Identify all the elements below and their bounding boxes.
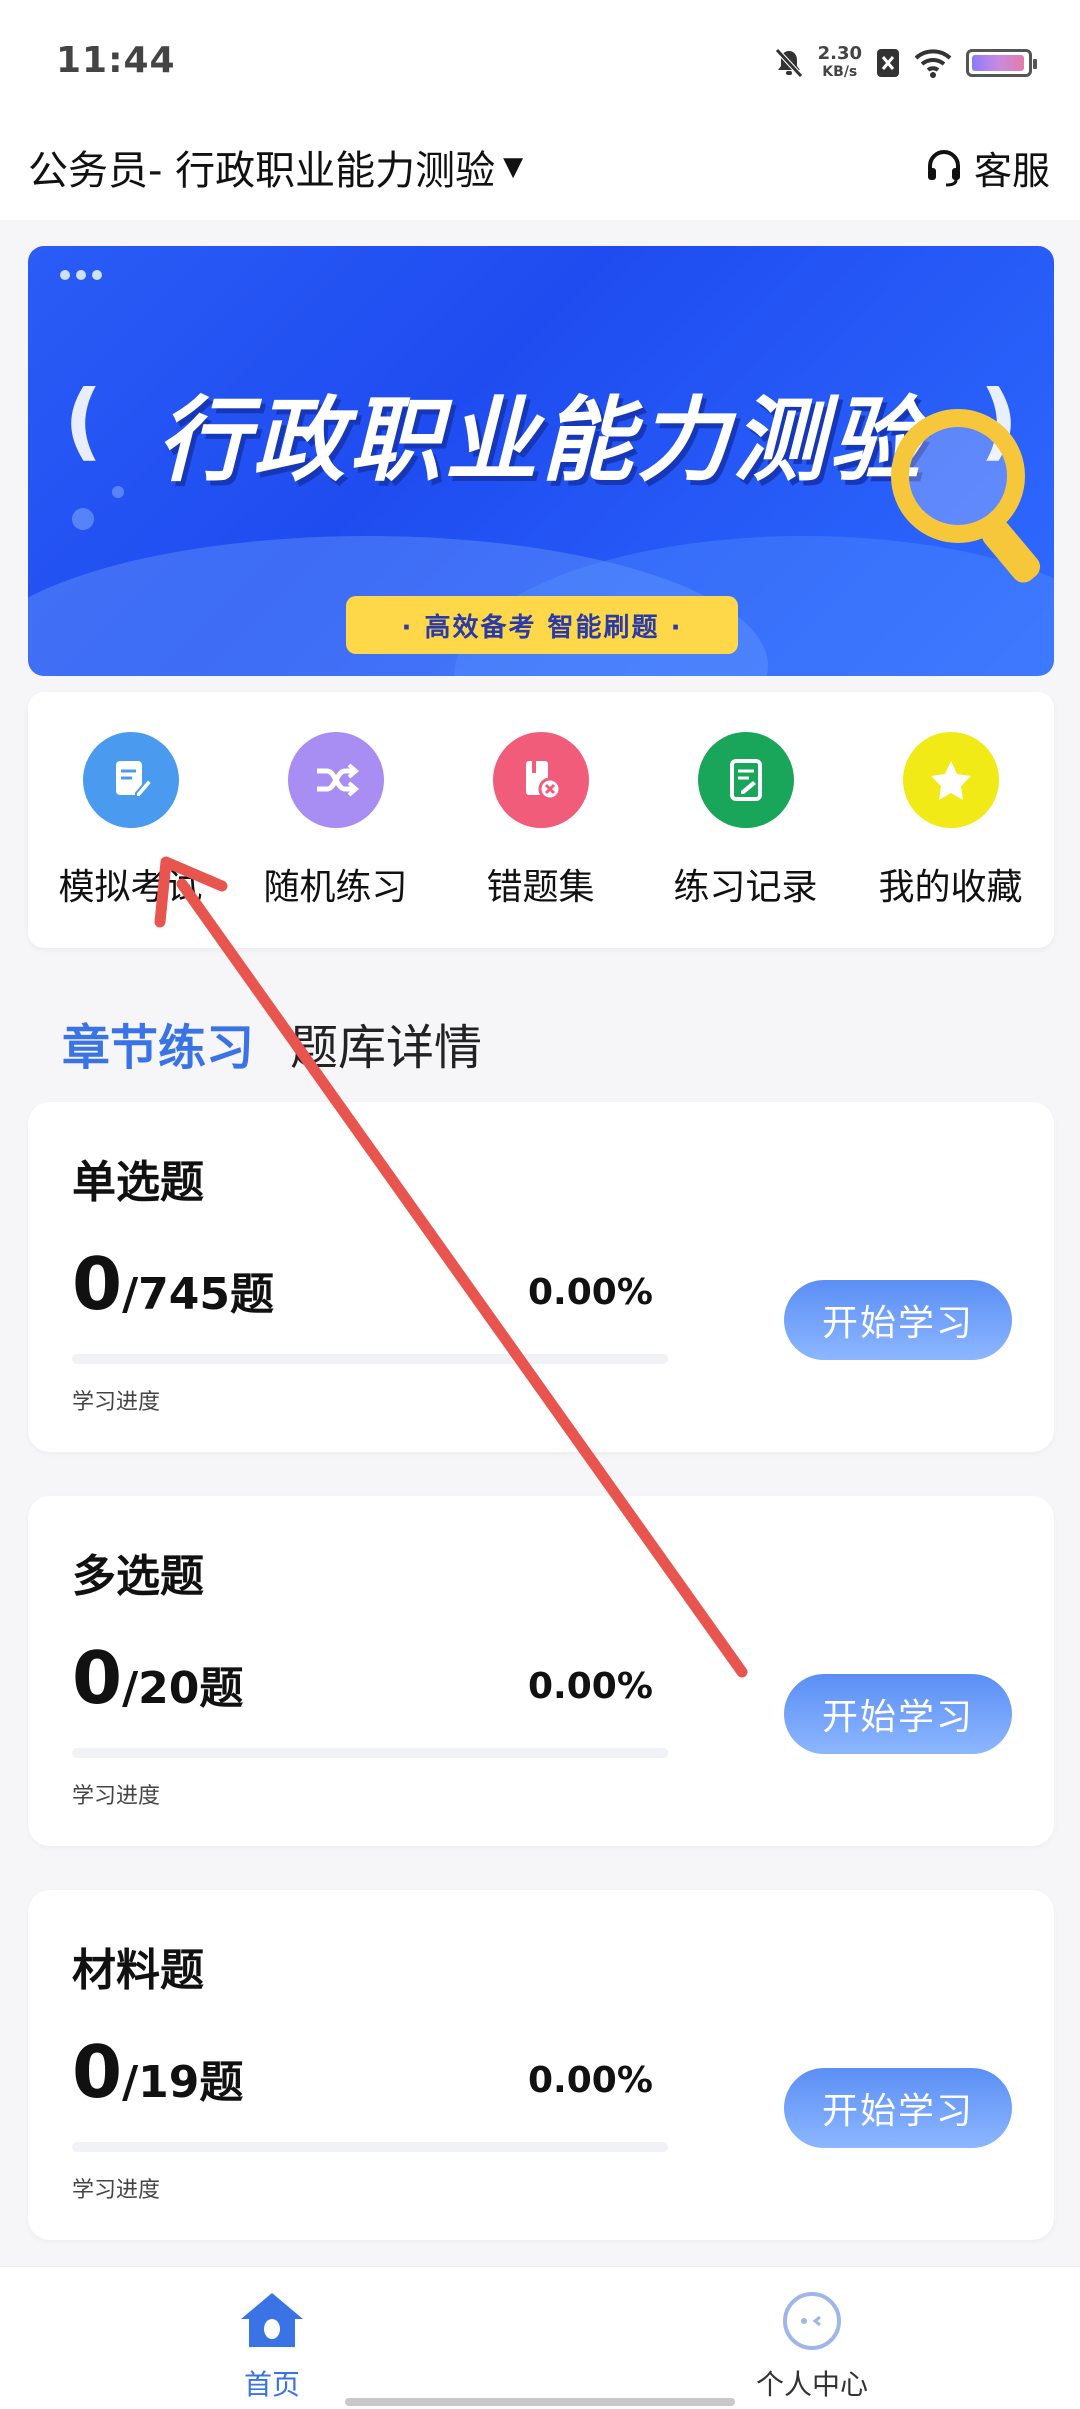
status-bar: 11:44 2.30 KB/s [0,0,1080,120]
customer-service-label: 客服 [973,149,1050,193]
bank-title: 单选题 [72,1157,204,1208]
shuffle-icon [287,732,384,828]
bank-count: 0 /745题 [72,1242,274,1326]
section-tabs: 章节练习 题库详情 [62,1008,482,1078]
status-time: 11:44 [56,40,176,81]
banner-slogan: · 高效备考 智能刷题 · [346,596,738,654]
bank-count: 0 /20题 [72,1636,243,1720]
quick-action-label: 模拟考试 [58,867,203,908]
bank-title: 材料题 [72,1945,204,1996]
progress-bar [72,2142,668,2152]
tab-chapter-practice[interactable]: 章节练习 [62,1008,254,1078]
top-header: 公务员- 行政职业能力测验 ▼ 客服 [0,120,1080,220]
question-bank-card: 多选题 0 /20题 0.00% 学习进度 开始学习 [28,1496,1054,1846]
quick-action-favorites[interactable]: 我的收藏 [848,732,1053,910]
exam-paper-icon [82,732,179,828]
done-count: 0 [72,1242,123,1326]
quick-action-label: 我的收藏 [878,867,1023,908]
profile-face-icon [783,2292,841,2350]
quick-action-label: 错题集 [486,867,595,908]
total-count: /745题 [122,1269,275,1320]
tab-home-label: 首页 [243,2368,300,2401]
wrong-book-icon [492,732,589,828]
wifi-icon [914,49,952,78]
start-learning-button[interactable]: 开始学习 [784,2068,1012,2148]
battery-icon [966,49,1037,77]
bottom-tab-bar: 首页 个人中心 [0,2266,1080,2409]
quick-action-label: 随机练习 [263,867,408,908]
total-count: /19题 [122,2057,244,2108]
no-sim-icon [877,49,899,77]
done-count: 0 [72,2030,123,2114]
quick-action-wrong-questions[interactable]: 错题集 [438,732,643,910]
magnifier-icon [891,409,1041,583]
network-speed: 2.30 KB/s [818,45,862,81]
quick-action-label: 练习记录 [673,867,818,908]
tab-profile[interactable]: 个人中心 [712,2289,912,2403]
quick-action-mock-exam[interactable]: 模拟考试 [28,732,233,910]
dropdown-caret-icon: ▼ [503,152,524,182]
banner-dots [60,270,102,280]
headset-icon [927,149,960,186]
question-bank-card: 单选题 0 /745题 0.00% 学习进度 开始学习 [28,1102,1054,1452]
status-icons: 2.30 KB/s [774,38,1037,88]
star-icon [902,732,999,828]
tab-profile-label: 个人中心 [755,2368,868,2401]
customer-service-button[interactable]: 客服 [924,140,1050,195]
progress-percent: 0.00% [528,1272,653,1313]
quick-action-random-practice[interactable]: 随机练习 [233,732,438,910]
progress-label: 学习进度 [72,1784,161,1809]
progress-percent: 0.00% [528,1666,653,1707]
tab-home[interactable]: 首页 [172,2289,372,2403]
question-bank-card: 材料题 0 /19题 0.00% 学习进度 开始学习 [28,1890,1054,2240]
mute-icon [774,48,803,78]
total-count: /20题 [122,1663,244,1714]
promo-banner[interactable]: ( ) 行政职业能力测验 · 高效备考 智能刷题 · [28,246,1054,676]
start-learning-button[interactable]: 开始学习 [784,1280,1012,1360]
home-icon [241,2293,303,2347]
progress-label: 学习进度 [72,1390,161,1415]
exam-title: 公务员- 行政职业能力测验 [28,148,496,194]
record-icon [697,732,794,828]
progress-percent: 0.00% [528,2060,653,2101]
progress-label: 学习进度 [72,2178,161,2203]
bank-title: 多选题 [72,1551,204,1602]
start-learning-button[interactable]: 开始学习 [784,1674,1012,1754]
home-indicator [345,2398,735,2406]
quick-actions-card: 模拟考试 随机练习 错题集 练习记录 我的收藏 [28,692,1054,948]
quick-action-practice-record[interactable]: 练习记录 [643,732,848,910]
progress-bar [72,1354,668,1364]
bank-count: 0 /19题 [72,2030,243,2114]
done-count: 0 [72,1636,123,1720]
tab-bank-details[interactable]: 题库详情 [290,1008,482,1078]
exam-selector[interactable]: 公务员- 行政职业能力测验 ▼ [28,138,523,196]
progress-bar [72,1748,668,1758]
network-speed-unit: KB/s [822,64,858,80]
network-speed-value: 2.30 [817,43,862,64]
